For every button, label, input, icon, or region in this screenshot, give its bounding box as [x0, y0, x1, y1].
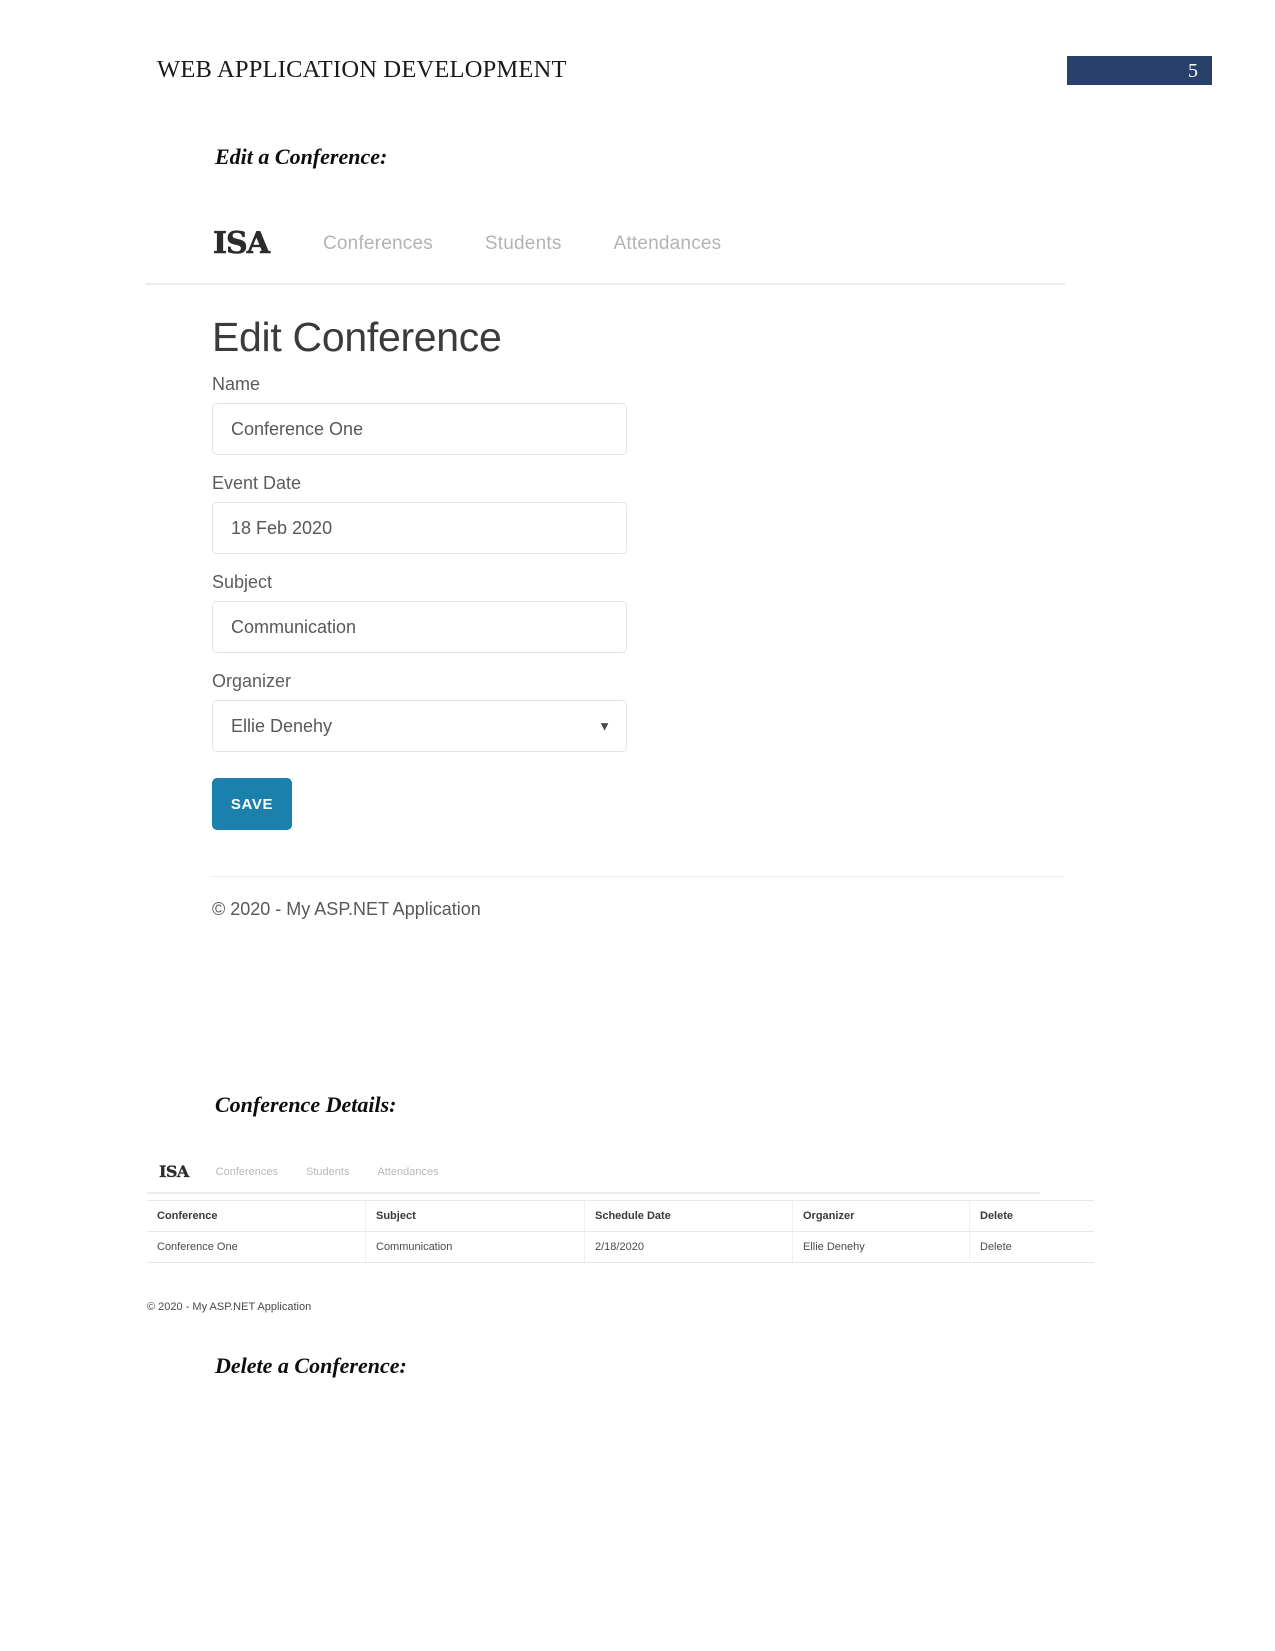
caption-conference-details: Conference Details:: [215, 1092, 397, 1117]
isa-logo[interactable]: ISA: [213, 228, 271, 259]
column-header-conference: Conference: [147, 1200, 366, 1232]
navbar: ISA Conferences Students Attendances: [145, 205, 1065, 285]
conference-details-screenshot: ISA Conferences Students Attendances Con…: [147, 1152, 1094, 1313]
subject-input[interactable]: [212, 601, 627, 654]
nav-links: Conferences Students Attendances: [323, 233, 721, 255]
subject-label: Subject: [212, 572, 273, 593]
organizer-select-value[interactable]: Ellie Denehy: [212, 700, 627, 753]
conferences-table: Conference Subject Schedule Date Organiz…: [147, 1200, 1094, 1263]
nav-link-attendances-small[interactable]: Attendances: [377, 1166, 438, 1178]
cell-organizer: Ellie Denehy: [792, 1231, 970, 1263]
nav-link-conferences[interactable]: Conferences: [323, 233, 433, 255]
column-header-schedule-date: Schedule Date: [584, 1200, 793, 1232]
isa-logo-small[interactable]: ISA: [159, 1163, 190, 1180]
name-label: Name: [212, 374, 261, 395]
column-header-delete: Delete: [969, 1200, 1094, 1232]
nav-link-attendances[interactable]: Attendances: [614, 233, 722, 255]
name-input[interactable]: [212, 403, 627, 456]
footer-divider: [212, 876, 1065, 878]
footer-text: © 2020 - My ASP.NET Application: [212, 899, 481, 920]
cell-schedule-date: 2/18/2020: [584, 1231, 793, 1263]
document-header: WEB APPLICATION DEVELOPMENT 5: [0, 0, 1275, 110]
chevron-down-icon: ▼: [598, 718, 611, 734]
caption-edit-a-conference: Edit a Conference:: [215, 144, 388, 169]
page-title: Edit Conference: [212, 314, 502, 360]
event-date-label: Event Date: [212, 473, 302, 494]
edit-conference-screenshot: ISA Conferences Students Attendances Edi…: [145, 205, 1065, 1005]
save-button[interactable]: SAVE: [212, 778, 292, 831]
cell-conference: Conference One: [147, 1231, 366, 1263]
nav-link-students[interactable]: Students: [485, 233, 562, 255]
edit-conference-form: Edit Conference Name Event Date Subject …: [145, 285, 1065, 831]
table-header-row: Conference Subject Schedule Date Organiz…: [147, 1200, 1094, 1232]
cell-subject: Communication: [365, 1231, 585, 1263]
caption-delete-a-conference: Delete a Conference:: [215, 1353, 407, 1378]
page-number: 5: [1188, 60, 1198, 82]
column-header-organizer: Organizer: [792, 1200, 970, 1232]
column-header-subject: Subject: [365, 1200, 585, 1232]
nav-link-conferences-small[interactable]: Conferences: [216, 1166, 278, 1178]
table-row: Conference One Communication 2/18/2020 E…: [147, 1231, 1094, 1263]
nav-link-students-small[interactable]: Students: [306, 1166, 349, 1178]
footer-text-small: © 2020 - My ASP.NET Application: [147, 1301, 312, 1313]
nav-links-small: Conferences Students Attendances: [216, 1166, 439, 1178]
event-date-input[interactable]: [212, 502, 627, 555]
organizer-label: Organizer: [212, 671, 292, 692]
navbar-small: ISA Conferences Students Attendances: [147, 1152, 1040, 1194]
document-header-title: WEB APPLICATION DEVELOPMENT: [157, 56, 567, 83]
page-number-badge: 5: [1068, 57, 1211, 84]
delete-link[interactable]: Delete: [969, 1231, 1094, 1263]
organizer-select[interactable]: Ellie Denehy ▼: [212, 700, 627, 753]
